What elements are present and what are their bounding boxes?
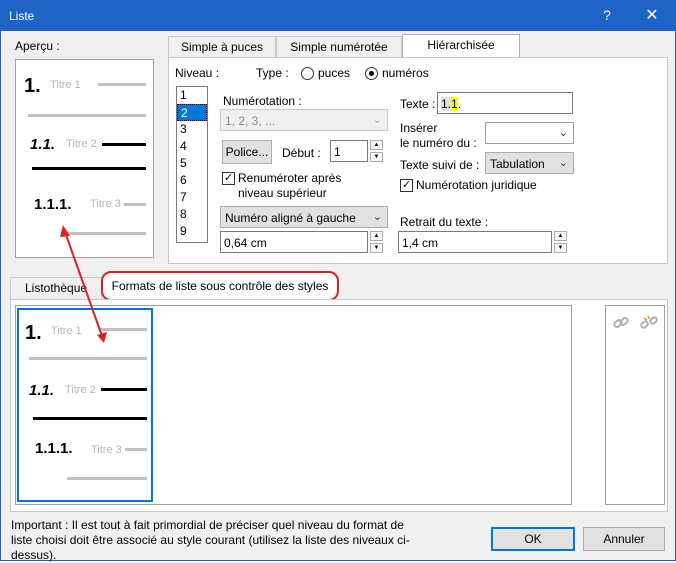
link-icon[interactable]: [612, 314, 630, 332]
inserer-label-1: Insérer: [400, 121, 438, 135]
window-title: Liste: [9, 9, 35, 23]
preview-title-2: Titre 2: [66, 138, 97, 150]
radio-dot: [369, 71, 374, 76]
align-position-value: 0,64 cm: [224, 236, 267, 250]
cancel-button[interactable]: Annuler: [583, 527, 665, 551]
renumeroter-label-2: niveau supérieur: [238, 186, 327, 200]
tab-formats-styles[interactable]: Formats de liste sous contrôle des style…: [101, 271, 339, 301]
radio-puces[interactable]: [301, 67, 314, 80]
numerotation-select[interactable]: 1, 2, 3, ... ⌄: [220, 109, 388, 131]
preview-num-1: 1.: [24, 75, 41, 97]
level-item[interactable]: 4: [177, 138, 207, 155]
spin-down-icon[interactable]: ▼: [370, 243, 383, 253]
texte-prefix: 1.: [441, 97, 452, 111]
level-item[interactable]: 6: [177, 172, 207, 189]
numerotation-value: 1, 2, 3, ...: [225, 114, 276, 128]
chevron-down-icon: ⌄: [372, 211, 382, 223]
level-item[interactable]: 5: [177, 155, 207, 172]
gallery-line: [101, 388, 147, 391]
debut-spinner[interactable]: ▲ ▼: [370, 140, 383, 162]
numerotation-juridique-label: Numérotation juridique: [416, 178, 537, 192]
preview-title-1: Titre 1: [50, 79, 81, 91]
title-bar: Liste ? ✕: [1, 1, 675, 31]
help-button[interactable]: ?: [597, 7, 617, 23]
gallery-num-2: 1.1.: [29, 382, 55, 399]
retrait-spinner[interactable]: ▲ ▼: [554, 231, 567, 253]
spin-up-icon[interactable]: ▲: [370, 140, 383, 150]
align-position-input[interactable]: 0,64 cm: [220, 231, 368, 253]
debut-label: Début :: [282, 146, 321, 160]
preview-line: [32, 167, 146, 170]
tab-simple-numerotee[interactable]: Simple numérotée: [276, 36, 402, 58]
preview-line: [102, 143, 146, 146]
preview-num-3: 1.1.1.: [34, 196, 72, 213]
preview-line: [98, 83, 146, 86]
level-item[interactable]: 7: [177, 189, 207, 206]
close-button[interactable]: ✕: [640, 5, 664, 25]
level-item[interactable]: 3: [177, 121, 207, 138]
align-position-spinner[interactable]: ▲ ▼: [370, 231, 383, 253]
texte-label: Texte :: [400, 97, 436, 111]
level-list[interactable]: 1 2 3 4 5 6 7 8 9: [176, 86, 208, 243]
inserer-select[interactable]: ⌄: [485, 122, 574, 144]
preview-title-3: Titre 3: [90, 198, 121, 210]
ok-button[interactable]: OK: [491, 527, 575, 551]
important-note: Important : Il est tout à fait primordia…: [11, 518, 410, 562]
alignment-value: Numéro aligné à gauche: [225, 211, 356, 225]
preview-label: Aperçu :: [15, 39, 60, 53]
gallery-line: [67, 477, 147, 480]
numerotation-juridique-checkbox[interactable]: ✓: [400, 179, 413, 192]
retrait-input[interactable]: 1,4 cm: [398, 231, 552, 253]
chevron-down-icon: ⌄: [558, 127, 568, 139]
texte-highlight: 1: [451, 97, 458, 111]
renumeroter-label-1: Renuméroter après: [238, 171, 342, 185]
preview-num-2: 1.1.: [30, 136, 56, 153]
retrait-value: 1,4 cm: [402, 236, 439, 250]
level-item-selected[interactable]: 2: [177, 104, 207, 121]
preview-line: [28, 114, 146, 117]
debut-value: 1: [334, 145, 341, 159]
texte-suffix: .: [457, 97, 462, 111]
retrait-label: Retrait du texte :: [400, 215, 489, 229]
chevron-down-icon: ⌄: [558, 157, 568, 169]
radio-puces-label: puces: [318, 66, 351, 80]
link-panel: [605, 305, 665, 505]
tab-simple-puces[interactable]: Simple à puces: [168, 36, 276, 58]
radio-numeros[interactable]: [365, 67, 378, 80]
level-label: Niveau :: [175, 66, 220, 80]
spin-down-icon[interactable]: ▼: [370, 152, 383, 162]
renumeroter-checkbox[interactable]: ✓: [222, 172, 235, 185]
spin-up-icon[interactable]: ▲: [370, 231, 383, 241]
spin-up-icon[interactable]: ▲: [554, 231, 567, 241]
level-item[interactable]: 8: [177, 206, 207, 223]
texte-suivi-select[interactable]: Tabulation ⌄: [485, 152, 574, 174]
preview-line: [124, 203, 146, 206]
numerotation-label: Numérotation :: [223, 94, 302, 108]
spin-down-icon[interactable]: ▼: [554, 243, 567, 253]
radio-numeros-label: numéros: [382, 66, 429, 80]
gallery-line: [29, 357, 147, 360]
gallery-title-3: Titre 3: [91, 444, 122, 456]
texte-suivi-value: Tabulation: [490, 157, 545, 171]
alignment-select[interactable]: Numéro aligné à gauche ⌄: [220, 206, 388, 228]
gallery-line: [33, 417, 147, 420]
texte-input[interactable]: 1.1.: [437, 92, 573, 114]
type-label: Type :: [256, 66, 289, 80]
annotation-arrow: [60, 225, 107, 343]
texte-suivi-label: Texte suivi de :: [400, 158, 480, 172]
gallery-line: [125, 448, 147, 451]
debut-input[interactable]: 1: [330, 140, 368, 162]
tab-hierarchisee[interactable]: Hiérarchisée: [402, 34, 520, 58]
unlink-icon[interactable]: [639, 314, 659, 332]
gallery-num-3: 1.1.1.: [35, 440, 73, 457]
level-item[interactable]: 1: [177, 87, 207, 104]
gallery-num-1: 1.: [25, 322, 42, 344]
police-button[interactable]: Police...: [222, 140, 272, 164]
inserer-label-2: le numéro du :: [400, 136, 477, 150]
chevron-down-icon: ⌄: [372, 114, 382, 126]
texte-value: 1.1.: [441, 97, 461, 111]
list-dialog: Liste ? ✕ Aperçu : 1. Titre 1 1.1. Titre…: [0, 0, 676, 562]
level-item[interactable]: 9: [177, 223, 207, 240]
gallery-title-2: Titre 2: [65, 384, 96, 396]
